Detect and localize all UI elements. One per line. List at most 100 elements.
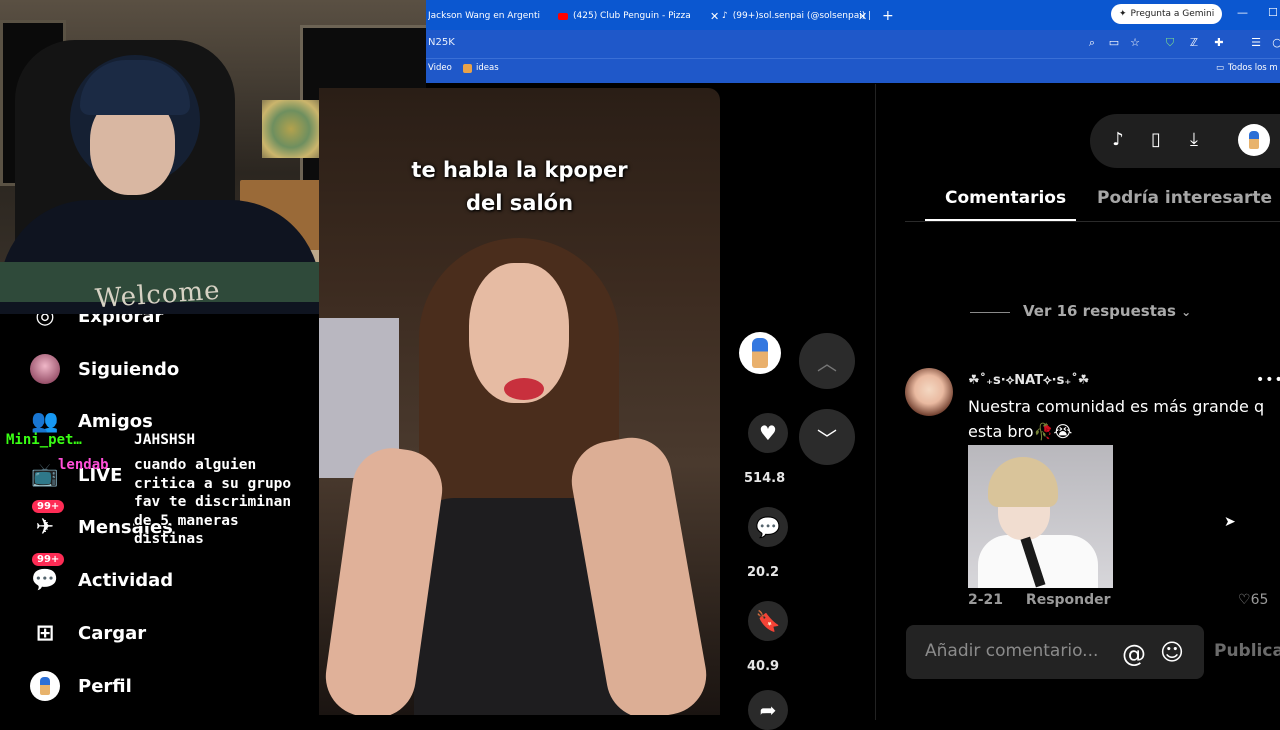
tab-close-area: ✕: [858, 5, 867, 27]
tab-comentarios[interactable]: Comentarios: [945, 188, 1066, 208]
minimize-icon[interactable]: —: [1237, 6, 1248, 19]
troll-icon: [40, 677, 50, 695]
mention-icon[interactable]: @: [1122, 640, 1146, 668]
more-options-icon[interactable]: •••: [1256, 372, 1280, 388]
puzzle-icon[interactable]: ✚: [1212, 36, 1226, 50]
comment-meta: 2-21 Responder: [968, 592, 1111, 608]
live-icon: 📺: [31, 462, 59, 488]
chevron-down-icon: ⌄: [1181, 305, 1192, 319]
bookmark-label: ideas: [476, 63, 499, 73]
previous-video-button[interactable]: ︿: [799, 333, 855, 389]
sidebar-item-label: Perfil: [78, 675, 132, 697]
view-replies-button[interactable]: Ver 16 respuestas ⌄: [1023, 302, 1191, 320]
zoom-icon[interactable]: ⌕: [1085, 36, 1099, 50]
caption-line: del salón: [465, 191, 574, 215]
folder-icon: ▭: [1216, 63, 1225, 73]
sidebar-item-label: Siguiendo: [78, 358, 180, 380]
download-icon[interactable]: ⤓: [1183, 129, 1205, 153]
video-person-lips: [504, 378, 544, 400]
publish-button[interactable]: Publicar: [1214, 641, 1280, 661]
user-avatar[interactable]: [1238, 124, 1270, 156]
webcam-painting: [262, 100, 320, 158]
profile-icon[interactable]: ○: [1270, 36, 1280, 50]
save-count: 40.9: [747, 659, 780, 674]
sidebar-item-actividad[interactable]: 💬 99+ Actividad: [30, 553, 174, 598]
comment-like[interactable]: ♡65: [1238, 592, 1268, 608]
bookmark-video[interactable]: Video: [428, 63, 452, 73]
comment-date: 2-21: [968, 592, 1004, 608]
youtube-icon: [558, 12, 568, 20]
inbox-icon: ✈ 99+: [30, 500, 65, 542]
close-icon[interactable]: ✕: [545, 10, 546, 23]
tiktok-icon: ♪: [722, 11, 728, 21]
activity-icon: 💬 99+: [30, 553, 65, 595]
address-bar: [426, 30, 1280, 58]
sparkle-icon: ✦: [1119, 9, 1127, 19]
phone-icon[interactable]: ▯: [1145, 129, 1167, 153]
commenter-name[interactable]: ☘˚₊ꜱ·⟡NAT⟡·ꜱ₊˚☘: [968, 373, 1089, 388]
comment-like-count: 65: [1250, 592, 1269, 608]
tab-title: Jackson Wang en Argenti: [428, 11, 540, 21]
chat-message: JAHSHSH: [134, 432, 196, 448]
notification-badge: 99+: [32, 553, 65, 566]
profile-avatar: [30, 671, 60, 701]
browser-tab[interactable]: Jackson Wang en Argenti ✕: [428, 5, 546, 27]
sidebar-item-label: Actividad: [78, 569, 174, 591]
chat-message: cuando alguien critica a su grupo fav te…: [134, 457, 292, 547]
troll-icon: [1249, 131, 1259, 149]
all-bookmarks[interactable]: ▭ Todos los m: [1216, 63, 1278, 73]
caption-line: te habla la kpoper: [411, 158, 628, 182]
chat-username: lendab: [58, 457, 109, 473]
share-icon[interactable]: ➦: [748, 690, 788, 730]
emoji-icon[interactable]: ☺: [1160, 640, 1184, 666]
sidebar-item-label: Cargar: [78, 622, 147, 644]
video-player[interactable]: te habla la kpoper del salón: [319, 88, 720, 715]
bookmark-icon[interactable]: 🔖: [748, 601, 788, 641]
chevron-down-icon: ﹀: [817, 426, 837, 451]
heart-outline-icon: ♡: [1238, 592, 1251, 608]
tab-podria-interesarte[interactable]: Podría interesarte: [1097, 188, 1272, 208]
translate-extension-icon[interactable]: ℤ: [1187, 36, 1201, 50]
video-caption: te habla la kpoper del salón: [319, 154, 720, 220]
sidebar-item-siguiendo[interactable]: Siguiendo: [30, 351, 179, 387]
tab-close-area: ✕: [710, 5, 719, 27]
tiktok-icon[interactable]: ♪: [1107, 129, 1129, 153]
reading-list-icon[interactable]: ☰: [1249, 36, 1263, 50]
new-tab-button[interactable]: +: [882, 5, 894, 27]
browser-tab-active[interactable]: ♪ (99+)sol.senpai (@solsenpai) |: [722, 5, 874, 27]
comment-placeholder: Añadir comentario...: [925, 641, 1099, 661]
bookmark-label: Video: [428, 63, 452, 73]
chevron-up-icon: ︿: [817, 350, 837, 375]
shield-extension-icon[interactable]: ⛉: [1163, 36, 1177, 50]
tab-title: (99+)sol.senpai (@solsenpai) |: [732, 11, 872, 21]
browser-tab[interactable]: (425) Club Penguin - Pizza: [558, 5, 710, 27]
following-avatar: [30, 354, 60, 384]
upload-icon: ⊞: [35, 620, 55, 646]
troll-icon: [752, 338, 768, 368]
url-text[interactable]: N25K: [428, 37, 455, 48]
commenter-avatar[interactable]: [905, 368, 953, 416]
sidebar-item-perfil[interactable]: Perfil: [30, 668, 132, 704]
maximize-icon[interactable]: ☐: [1268, 6, 1278, 19]
bookmark-icon: [463, 63, 472, 73]
panel-divider: [875, 84, 876, 720]
sidebar-item-cargar[interactable]: ⊞ Cargar: [30, 615, 146, 651]
comment-icon[interactable]: 💬: [748, 507, 788, 547]
replies-divider: [970, 312, 1010, 313]
reply-button[interactable]: Responder: [1026, 592, 1111, 608]
cast-icon[interactable]: ▭: [1107, 36, 1121, 50]
comment-image[interactable]: [968, 445, 1113, 588]
next-video-button[interactable]: ﹀: [799, 409, 855, 465]
mouse-cursor-icon: ➤: [1224, 514, 1236, 530]
creator-avatar[interactable]: [739, 332, 781, 374]
close-icon[interactable]: ✕: [858, 10, 867, 23]
close-icon[interactable]: ✕: [710, 10, 719, 23]
bookmarks-bar: [426, 58, 1280, 83]
tab-divider: [905, 221, 1280, 222]
bookmark-ideas[interactable]: ideas: [463, 63, 499, 73]
active-tab-indicator: [925, 219, 1076, 221]
gemini-button[interactable]: ✦ Pregunta a Gemini: [1111, 4, 1223, 24]
avatar: [30, 354, 60, 384]
star-icon[interactable]: ☆: [1128, 36, 1142, 50]
heart-icon[interactable]: ♥: [748, 413, 788, 453]
